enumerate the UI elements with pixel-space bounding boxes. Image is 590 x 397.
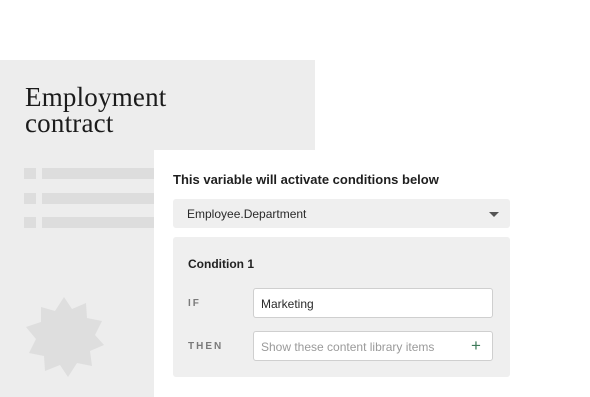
bullet-placeholder [24,193,36,204]
seal-icon [26,297,104,377]
variable-select[interactable]: Employee.Department [173,199,510,228]
plus-icon[interactable]: + [468,337,484,355]
line-placeholder [42,217,155,228]
bullet-placeholder [24,168,36,179]
if-value-text: Marketing [261,297,314,311]
panel-heading: This variable will activate conditions b… [173,172,439,187]
document-title-line2: contract [25,108,114,138]
document-title-line1: Employment [25,82,167,112]
then-label: THEN [188,341,224,352]
condition-card: Condition 1 IF Marketing THEN Show these… [173,237,510,377]
then-placeholder: Show these content library items [261,340,435,354]
line-placeholder [42,193,155,204]
conditions-panel: This variable will activate conditions b… [154,150,590,397]
if-label: IF [188,298,201,309]
if-value-field[interactable]: Marketing [253,288,493,318]
variable-select-value: Employee.Department [187,207,307,221]
condition-title: Condition 1 [188,257,254,271]
chevron-down-icon[interactable] [489,212,499,217]
then-content-field[interactable]: Show these content library items + [253,331,493,361]
document-title: Employment contract [25,82,225,138]
bullet-placeholder [24,217,36,228]
line-placeholder [42,168,155,179]
